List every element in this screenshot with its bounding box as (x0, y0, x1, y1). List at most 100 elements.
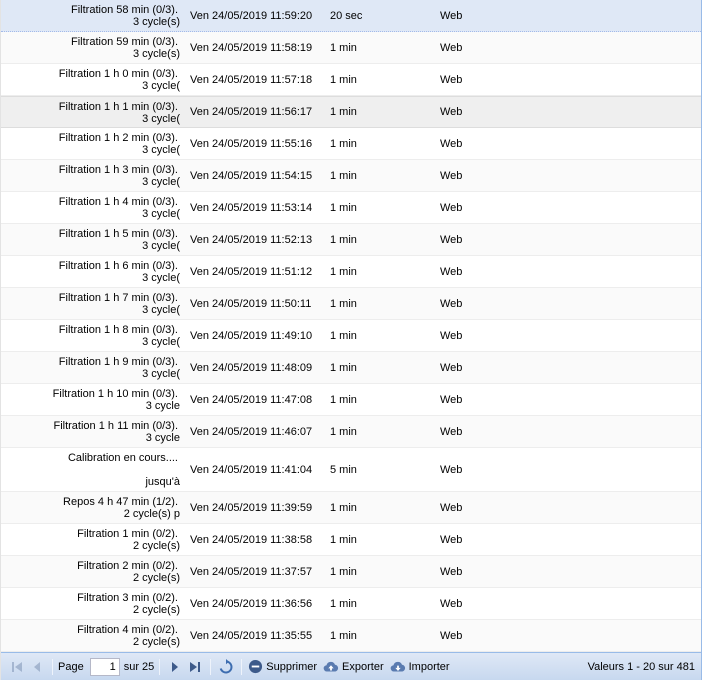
table-row[interactable]: Filtration 1 h 6 min (0/3). 3 cycle(Ven 2… (1, 256, 701, 288)
description-line-1: Filtration 1 h 5 min (0/3). (58, 228, 178, 240)
date-cell: Ven 24/05/2019 11:55:16 (190, 128, 320, 159)
duration-cell: 5 min (330, 448, 420, 491)
table-row[interactable]: Filtration 2 min (0/2). 2 cycle(s) Ven 24/… (1, 556, 701, 588)
source-cell-text: Web (440, 233, 463, 246)
date-cell-text: Ven 24/05/2019 11:41:04 (190, 463, 313, 476)
date-cell: Ven 24/05/2019 11:35:55 (190, 620, 320, 651)
table-row[interactable]: Filtration 4 min (0/2). 2 cycle(s) Ven 24/… (1, 620, 701, 652)
date-cell-text: Ven 24/05/2019 11:38:58 (190, 533, 313, 546)
toolbar-separator (159, 658, 161, 675)
duration-cell: 1 min (330, 492, 420, 523)
duration-cell: 1 min (330, 524, 420, 555)
source-cell-text: Web (440, 425, 463, 438)
next-page-button[interactable] (165, 657, 185, 677)
table-row[interactable]: Filtration 1 h 11 min (0/3). 3 cycle Ven 2… (1, 416, 701, 448)
duration-cell-text: 1 min (330, 329, 357, 342)
first-page-icon (9, 659, 25, 675)
source-cell-text: Web (440, 73, 463, 86)
description-line-1: Filtration 4 min (0/2). (77, 624, 178, 636)
date-cell-text: Ven 24/05/2019 11:46:07 (190, 425, 313, 438)
table-row[interactable]: Filtration 1 h 10 min (0/3). 3 cycle Ven 2… (1, 384, 701, 416)
date-cell-text: Ven 24/05/2019 11:56:17 (190, 106, 313, 118)
table-row[interactable]: Filtration 1 h 2 min (0/3). 3 cycle(Ven 2… (1, 128, 701, 160)
page-count-label: sur 25 (123, 660, 155, 673)
table-row[interactable]: Filtration 1 h 7 min (0/3). 3 cycle(Ven 2… (1, 288, 701, 320)
duration-cell: 1 min (330, 620, 420, 651)
table-row[interactable]: Filtration 1 h 4 min (0/3). 3 cycle(Ven 2… (1, 192, 701, 224)
source-cell-text: Web (440, 169, 463, 182)
source-cell-text: Web (440, 463, 463, 476)
description-cell: Repos 4 h 47 min (1/2). 2 cycle(s) p (1, 492, 182, 523)
date-cell-text: Ven 24/05/2019 11:47:08 (190, 393, 313, 406)
duration-cell-text: 1 min (330, 265, 357, 278)
date-cell-text: Ven 24/05/2019 11:55:16 (190, 137, 313, 150)
description-line-1: Filtration 58 min (0/3). (71, 4, 178, 16)
table-row[interactable]: Repos 4 h 47 min (1/2). 2 cycle(s) p Ven 2… (1, 492, 701, 524)
last-page-button[interactable] (185, 657, 205, 677)
table-row[interactable]: Filtration 1 h 3 min (0/3). 3 cycle(Ven 2… (1, 160, 701, 192)
date-cell: Ven 24/05/2019 11:59:20 (190, 0, 320, 31)
source-cell-text: Web (440, 137, 463, 150)
date-cell: Ven 24/05/2019 11:57:18 (190, 64, 320, 95)
description-line-1: Filtration 1 h 4 min (0/3). (58, 196, 178, 208)
description-cell: Filtration 1 h 3 min (0/3). 3 cycle( (1, 160, 182, 191)
duration-cell-text: 1 min (330, 361, 357, 374)
table-row[interactable]: Calibration en cours.... jusqu'à Ven 24/05… (1, 448, 701, 492)
description-cell: Filtration 1 h 4 min (0/3). 3 cycle( (1, 192, 182, 223)
date-cell: Ven 24/05/2019 11:38:58 (190, 524, 320, 555)
description-line-1: Filtration 1 h 6 min (0/3). (58, 260, 178, 272)
source-cell: Web (440, 128, 500, 159)
delete-button[interactable]: Supprimer (247, 657, 323, 677)
date-cell-text: Ven 24/05/2019 11:58:19 (190, 41, 313, 54)
import-button[interactable]: Importer (390, 657, 450, 677)
refresh-button[interactable] (216, 657, 236, 677)
table-row[interactable]: Filtration 1 h 8 min (0/3). 3 cycle(Ven 2… (1, 320, 701, 352)
table-row[interactable]: Filtration 1 h 9 min (0/3). 3 cycle( Ven 2… (1, 352, 701, 384)
table-row[interactable]: Filtration 1 h 5 min (0/3). 3 cycle(Ven 2… (1, 224, 701, 256)
description-cell: Filtration 1 h 7 min (0/3). 3 cycle( (1, 288, 182, 319)
source-cell-text: Web (440, 201, 463, 214)
page-number-input[interactable] (89, 657, 120, 676)
duration-cell: 1 min (330, 64, 420, 95)
duration-cell: 20 sec (330, 0, 420, 31)
date-cell-text: Ven 24/05/2019 11:57:18 (190, 73, 313, 86)
last-page-icon (187, 659, 203, 675)
source-cell: Web (440, 320, 500, 351)
date-cell: Ven 24/05/2019 11:36:56 (190, 588, 320, 619)
description-line-2: 2 cycle(s) (132, 572, 180, 584)
date-cell: Ven 24/05/2019 11:37:57 (190, 556, 320, 587)
description-cell: Filtration 1 h 8 min (0/3). 3 cycle( (1, 320, 182, 351)
duration-cell-text: 20 sec (330, 9, 363, 22)
table-row[interactable]: Filtration 58 min (0/3). 3 cycle(s) Ven 24… (1, 0, 701, 32)
source-cell: Web (440, 32, 500, 63)
table-row[interactable]: Filtration 1 min (0/2). 2 cycle(s) Ven 24/… (1, 524, 701, 556)
description-cell: Filtration 58 min (0/3). 3 cycle(s) (1, 0, 182, 31)
first-page-button[interactable] (7, 657, 27, 677)
prev-page-button[interactable] (27, 657, 47, 677)
table-row[interactable]: Filtration 3 min (0/2). 2 cycle(s) Ven 24/… (1, 588, 701, 620)
duration-cell-text: 1 min (330, 169, 357, 182)
duration-cell-text: 1 min (330, 393, 357, 406)
source-cell: Web (440, 64, 500, 95)
date-cell: Ven 24/05/2019 11:48:09 (190, 352, 320, 383)
export-button[interactable]: Exporter (323, 657, 390, 677)
source-cell-text: Web (440, 329, 463, 342)
source-cell: Web (440, 416, 500, 447)
table-row[interactable]: Filtration 1 h 1 min (0/3). 3 cycle(Ven 2… (1, 96, 701, 128)
import-label: Importer (408, 660, 450, 673)
source-cell: Web (440, 384, 500, 415)
description-cell: Filtration 1 h 9 min (0/3). 3 cycle( (1, 352, 182, 383)
source-cell-text: Web (440, 629, 463, 642)
date-cell: Ven 24/05/2019 11:41:04 (190, 448, 320, 491)
table-row[interactable]: Filtration 1 h 0 min (0/3). 3 cycle(Ven 2… (1, 64, 701, 96)
source-cell-text: Web (440, 533, 463, 546)
table-row[interactable]: Filtration 59 min (0/3). 3 cycle(s) Ven 24… (1, 32, 701, 64)
source-cell: Web (440, 0, 500, 31)
description-cell: Filtration 4 min (0/2). 2 cycle(s) (1, 620, 182, 651)
description-line-2: 3 cycle (145, 400, 180, 412)
source-cell-text: Web (440, 9, 463, 22)
duration-cell: 1 min (330, 320, 420, 351)
description-line-2: 3 cycle(s) (132, 16, 180, 28)
source-cell: Web (440, 288, 500, 319)
description-line-1: Filtration 59 min (0/3). (71, 36, 178, 48)
